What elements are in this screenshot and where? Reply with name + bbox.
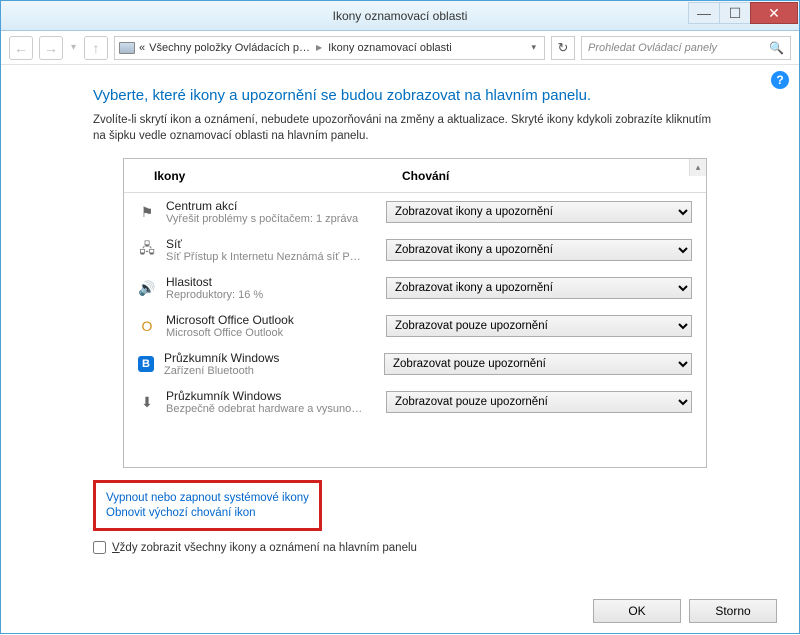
refresh-button[interactable]: ↻ bbox=[551, 36, 575, 60]
search-input[interactable]: Prohledat Ovládací panely 🔍 bbox=[581, 36, 791, 60]
maximize-button[interactable]: ☐ bbox=[719, 2, 751, 24]
window-title: Ikony oznamovací oblasti bbox=[1, 9, 799, 23]
list-body[interactable]: ⚑ Centrum akcíVyřešit problémy s počítače… bbox=[124, 193, 706, 467]
always-show-checkbox[interactable] bbox=[93, 541, 106, 554]
always-show-row: Vždy zobrazit všechny ikony a oznámení n… bbox=[93, 541, 777, 554]
up-button[interactable]: ↑ bbox=[84, 36, 108, 60]
item-text: HlasitostReproduktory: 16 % bbox=[166, 275, 376, 301]
item-icon: ⬇ bbox=[138, 393, 156, 411]
back-button[interactable]: ← bbox=[9, 36, 33, 60]
behavior-select[interactable]: Zobrazovat ikony a upozorněníZobrazovat … bbox=[386, 315, 692, 337]
item-icon: O bbox=[138, 317, 156, 335]
item-text: SíťSíť Přístup k Internetu Neznámá síť P… bbox=[166, 237, 376, 263]
item-icon: B bbox=[138, 356, 154, 372]
item-select-wrap: Zobrazovat ikony a upozorněníZobrazovat … bbox=[386, 201, 692, 223]
cancel-button[interactable]: Storno bbox=[689, 599, 777, 623]
item-title: Hlasitost bbox=[166, 275, 376, 289]
item-subtitle: Reproduktory: 16 % bbox=[166, 289, 376, 301]
behavior-select[interactable]: Zobrazovat ikony a upozorněníZobrazovat … bbox=[386, 391, 692, 413]
address-bar[interactable]: « Všechny položky Ovládacích p… ▶ Ikony … bbox=[114, 36, 545, 60]
close-button[interactable]: ✕ bbox=[750, 2, 798, 24]
control-panel-icon bbox=[119, 42, 135, 54]
column-icons: Ikony bbox=[154, 169, 402, 183]
item-subtitle: Síť Přístup k Internetu Neznámá síť P… bbox=[166, 251, 376, 263]
titlebar-buttons: — ☐ ✕ bbox=[689, 2, 798, 24]
item-icon: ⚑ bbox=[138, 203, 156, 221]
always-show-label[interactable]: Vždy zobrazit všechny ikony a oznámení n… bbox=[112, 542, 417, 554]
item-subtitle: Bezpečně odebrat hardware a vysuno… bbox=[166, 403, 376, 415]
dialog-buttons: OK Storno bbox=[593, 599, 777, 623]
list-item: ⬇ Průzkumník WindowsBezpečně odebrat hard… bbox=[124, 383, 706, 421]
item-text: Microsoft Office OutlookMicrosoft Office… bbox=[166, 313, 376, 339]
icon-list: ▴ Ikony Chování ⚑ Centrum akcíVyřešit pro… bbox=[123, 158, 707, 468]
help-icon[interactable]: ? bbox=[771, 71, 789, 89]
item-text: Centrum akcíVyřešit problémy s počítačem… bbox=[166, 199, 376, 225]
address-dropdown[interactable]: ▾ bbox=[531, 42, 540, 53]
column-behavior: Chování bbox=[402, 169, 449, 183]
list-item: O Microsoft Office OutlookMicrosoft Offic… bbox=[124, 307, 706, 345]
chevron-right-icon: ▶ bbox=[314, 43, 324, 52]
item-title: Průzkumník Windows bbox=[166, 389, 376, 403]
forward-button[interactable]: → bbox=[39, 36, 63, 60]
behavior-select[interactable]: Zobrazovat ikony a upozorněníZobrazovat … bbox=[384, 353, 692, 375]
item-select-wrap: Zobrazovat ikony a upozorněníZobrazovat … bbox=[386, 239, 692, 261]
ok-button[interactable]: OK bbox=[593, 599, 681, 623]
scroll-up-button[interactable]: ▴ bbox=[689, 159, 706, 176]
item-title: Microsoft Office Outlook bbox=[166, 313, 376, 327]
item-icon: 🖧 bbox=[138, 241, 156, 259]
list-header: Ikony Chování bbox=[124, 159, 706, 193]
breadcrumb-2[interactable]: Ikony oznamovací oblasti bbox=[328, 42, 452, 54]
page-heading: Vyberte, které ikony a upozornění se bud… bbox=[93, 87, 727, 104]
behavior-select[interactable]: Zobrazovat ikony a upozorněníZobrazovat … bbox=[386, 239, 692, 261]
links-highlight-box: Vypnout nebo zapnout systémové ikony Obn… bbox=[93, 480, 322, 531]
item-text: Průzkumník WindowsZařízení Bluetooth bbox=[164, 351, 374, 377]
minimize-button[interactable]: — bbox=[688, 2, 720, 24]
search-icon: 🔍 bbox=[769, 41, 784, 55]
item-select-wrap: Zobrazovat ikony a upozorněníZobrazovat … bbox=[386, 391, 692, 413]
list-item: B Průzkumník WindowsZařízení Bluetooth Zob… bbox=[124, 345, 706, 383]
item-select-wrap: Zobrazovat ikony a upozorněníZobrazovat … bbox=[386, 277, 692, 299]
breadcrumb-1[interactable]: Všechny položky Ovládacích p… bbox=[149, 42, 310, 54]
item-subtitle: Vyřešit problémy s počítačem: 1 zpráva bbox=[166, 213, 376, 225]
list-item: 🔊 HlasitostReproduktory: 16 % Zobrazovat i… bbox=[124, 269, 706, 307]
item-title: Síť bbox=[166, 237, 376, 251]
titlebar: Ikony oznamovací oblasti — ☐ ✕ bbox=[1, 1, 799, 31]
breadcrumb-prefix: « bbox=[139, 42, 145, 54]
history-dropdown[interactable]: ▾ bbox=[69, 42, 78, 53]
item-icon: 🔊 bbox=[138, 279, 156, 297]
item-title: Centrum akcí bbox=[166, 199, 376, 213]
behavior-select[interactable]: Zobrazovat ikony a upozorněníZobrazovat … bbox=[386, 277, 692, 299]
item-subtitle: Microsoft Office Outlook bbox=[166, 327, 376, 339]
item-subtitle: Zařízení Bluetooth bbox=[164, 365, 374, 377]
item-title: Průzkumník Windows bbox=[164, 351, 374, 365]
item-select-wrap: Zobrazovat ikony a upozorněníZobrazovat … bbox=[384, 353, 692, 375]
list-item: 🖧 SíťSíť Přístup k Internetu Neznámá síť … bbox=[124, 231, 706, 269]
content: ? Vyberte, které ikony a upozornění se b… bbox=[1, 65, 799, 635]
link-restore-defaults[interactable]: Obnovit výchozí chování ikon bbox=[106, 507, 309, 519]
item-text: Průzkumník WindowsBezpečně odebrat hardw… bbox=[166, 389, 376, 415]
search-placeholder: Prohledat Ovládací panely bbox=[588, 42, 717, 54]
link-toggle-system-icons[interactable]: Vypnout nebo zapnout systémové ikony bbox=[106, 492, 309, 504]
behavior-select[interactable]: Zobrazovat ikony a upozorněníZobrazovat … bbox=[386, 201, 692, 223]
navbar: ← → ▾ ↑ « Všechny položky Ovládacích p… … bbox=[1, 31, 799, 65]
list-item: ⚑ Centrum akcíVyřešit problémy s počítače… bbox=[124, 193, 706, 231]
page-description: Zvolíte-li skrytí ikon a oznámení, nebud… bbox=[93, 112, 727, 144]
item-select-wrap: Zobrazovat ikony a upozorněníZobrazovat … bbox=[386, 315, 692, 337]
